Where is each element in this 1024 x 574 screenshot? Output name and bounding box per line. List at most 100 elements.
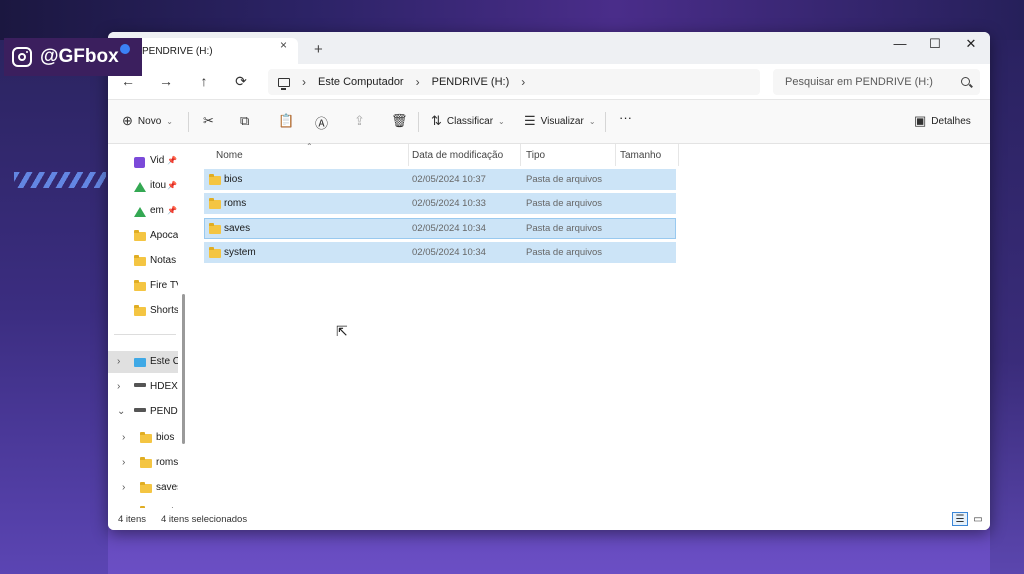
- sidebar-item-label: Shorts: [150, 305, 178, 316]
- file-name: roms: [224, 198, 247, 209]
- up-arrow-icon[interactable]: ↑: [194, 73, 214, 89]
- command-bar: ⊕ Novo ⌄ ✂ ⧉ 📋 Ⓐ ⇪ 🗑 ⇅ Classificar ⌄ ☰ V…: [108, 100, 990, 144]
- folder-icon: [209, 247, 221, 258]
- file-row[interactable]: system 02/05/2024 10:34 Pasta de arquivos: [204, 242, 676, 263]
- paste-icon[interactable]: 📋: [278, 113, 294, 129]
- copy-icon[interactable]: ⧉: [240, 113, 249, 129]
- tab-title: PENDRIVE (H:): [142, 45, 213, 57]
- sidebar-item[interactable]: Apoca: [108, 225, 178, 247]
- sidebar-item-label: Este C: [150, 356, 178, 367]
- sort-button[interactable]: ⇅ Classificar ⌄: [431, 113, 505, 129]
- new-button[interactable]: ⊕ Novo ⌄: [122, 113, 173, 129]
- column-header-name[interactable]: Nome: [216, 144, 243, 166]
- more-options-icon[interactable]: ···: [619, 110, 632, 125]
- column-divider[interactable]: [615, 144, 616, 166]
- sidebar-item[interactable]: › Este C: [108, 351, 178, 373]
- file-name: saves: [224, 223, 251, 234]
- drive-icon: [134, 383, 146, 387]
- sort-icon: ⇅: [431, 113, 442, 128]
- title-bar: PENDRIVE (H:) × + — ☐ ✕: [108, 32, 990, 64]
- file-type: Pasta de arquivos: [526, 198, 603, 209]
- instagram-icon: [12, 47, 32, 67]
- toolbar-divider: [418, 112, 419, 132]
- minimize-button[interactable]: —: [885, 36, 915, 51]
- column-header-size[interactable]: Tamanho: [620, 144, 661, 166]
- file-row[interactable]: bios 02/05/2024 10:37 Pasta de arquivos: [204, 169, 676, 190]
- rename-icon[interactable]: Ⓐ: [315, 113, 328, 132]
- wallpaper-right: [990, 40, 1024, 574]
- column-header-modified[interactable]: Data de modificação: [412, 144, 503, 166]
- sort-label: Classificar: [446, 115, 494, 127]
- folder-icon: [134, 230, 146, 241]
- new-tab-icon[interactable]: +: [314, 41, 323, 58]
- column-divider[interactable]: [678, 144, 679, 166]
- refresh-icon[interactable]: ⟳: [231, 73, 251, 90]
- file-name: bios: [224, 174, 243, 185]
- search-placeholder: Pesquisar em PENDRIVE (H:): [785, 76, 933, 88]
- navigation-pane: Vid📌itou📌em📌ApocaNotasFire TVShorts›Este…: [108, 144, 188, 508]
- file-row[interactable]: roms 02/05/2024 10:33 Pasta de arquivos: [204, 193, 676, 214]
- column-header-type[interactable]: Tipo: [526, 144, 545, 166]
- folder-icon: [140, 457, 152, 468]
- sidebar-item[interactable]: itou 📌: [108, 175, 178, 197]
- chevron-right-icon[interactable]: ›: [122, 457, 125, 468]
- file-modified: 02/05/2024 10:34: [412, 247, 486, 258]
- new-label: Novo: [137, 115, 162, 127]
- sidebar-item[interactable]: › roms: [108, 452, 178, 474]
- sidebar-item-label: Fire TV: [150, 280, 178, 291]
- folder-icon: [140, 432, 152, 443]
- breadcrumb-separator-icon[interactable]: ›: [521, 75, 525, 89]
- toolbar-divider: [188, 112, 189, 132]
- chevron-right-icon[interactable]: ›: [117, 356, 120, 367]
- view-button[interactable]: ☰ Visualizar ⌄: [524, 113, 596, 129]
- cut-icon[interactable]: ✂: [203, 113, 214, 129]
- sidebar-item[interactable]: › bios: [108, 427, 178, 449]
- sidebar-item[interactable]: em 📌: [108, 200, 178, 222]
- maximize-button[interactable]: ☐: [920, 36, 950, 52]
- details-button[interactable]: ▣ Detalhes: [914, 113, 971, 129]
- file-list: ⌃ Nome Data de modificação Tipo Tamanho …: [190, 142, 990, 508]
- sidebar-item-label: Vid: [150, 155, 165, 166]
- wallpaper-stripes: [14, 172, 106, 188]
- sidebar-item[interactable]: Vid 📌: [108, 150, 178, 172]
- sidebar-item[interactable]: Notas: [108, 250, 178, 272]
- sidebar-item-label: em: [150, 205, 164, 216]
- details-view-icon[interactable]: ☰: [952, 512, 968, 526]
- sidebar-item[interactable]: › saves: [108, 477, 178, 499]
- chevron-right-icon[interactable]: ›: [117, 381, 120, 392]
- pin-icon: 📌: [167, 206, 177, 215]
- file-row[interactable]: saves 02/05/2024 10:34 Pasta de arquivos: [204, 218, 676, 239]
- view-list-icon: ☰: [524, 113, 536, 128]
- forward-arrow-icon[interactable]: →: [156, 73, 176, 89]
- chevron-down-icon[interactable]: ⌄: [117, 406, 125, 417]
- sidebar-item-label: itou: [150, 180, 167, 191]
- sidebar-item-label: bios: [156, 432, 175, 443]
- sort-ascending-icon: ⌃: [306, 142, 313, 151]
- column-divider[interactable]: [408, 144, 409, 166]
- gdrive-icon: [134, 182, 146, 192]
- wallpaper-left: [0, 40, 108, 574]
- share-icon[interactable]: ⇪: [354, 113, 365, 129]
- sidebar-item[interactable]: Fire TV: [108, 275, 178, 297]
- search-icon: [961, 77, 970, 86]
- column-divider[interactable]: [520, 144, 521, 166]
- chevron-down-icon: ⌄: [498, 116, 505, 126]
- close-button[interactable]: ✕: [956, 36, 986, 52]
- breadcrumb-pendrive[interactable]: PENDRIVE (H:): [432, 76, 510, 88]
- delete-icon[interactable]: 🗑: [391, 113, 408, 129]
- sidebar-item[interactable]: ›system: [108, 501, 178, 508]
- watermark-handle: @GFbox: [40, 46, 119, 67]
- tab-close-icon[interactable]: ×: [280, 38, 287, 52]
- chevron-right-icon[interactable]: ›: [122, 482, 125, 493]
- sidebar-item[interactable]: ⌄ PENDI: [108, 401, 178, 423]
- sidebar-item[interactable]: › HDEX: [108, 376, 178, 398]
- breadcrumb-este-computador[interactable]: Este Computador: [318, 76, 404, 88]
- sidebar-scrollbar[interactable]: [182, 294, 185, 444]
- tiles-view-icon[interactable]: ▭: [970, 512, 986, 526]
- item-count: 4 itens: [118, 514, 146, 525]
- address-bar[interactable]: › Este Computador › PENDRIVE (H:) ›: [268, 69, 760, 95]
- search-input[interactable]: Pesquisar em PENDRIVE (H:): [773, 69, 980, 95]
- sidebar-item[interactable]: Shorts: [108, 300, 178, 322]
- selected-count: 4 itens selecionados: [161, 514, 248, 525]
- chevron-right-icon[interactable]: ›: [122, 432, 125, 443]
